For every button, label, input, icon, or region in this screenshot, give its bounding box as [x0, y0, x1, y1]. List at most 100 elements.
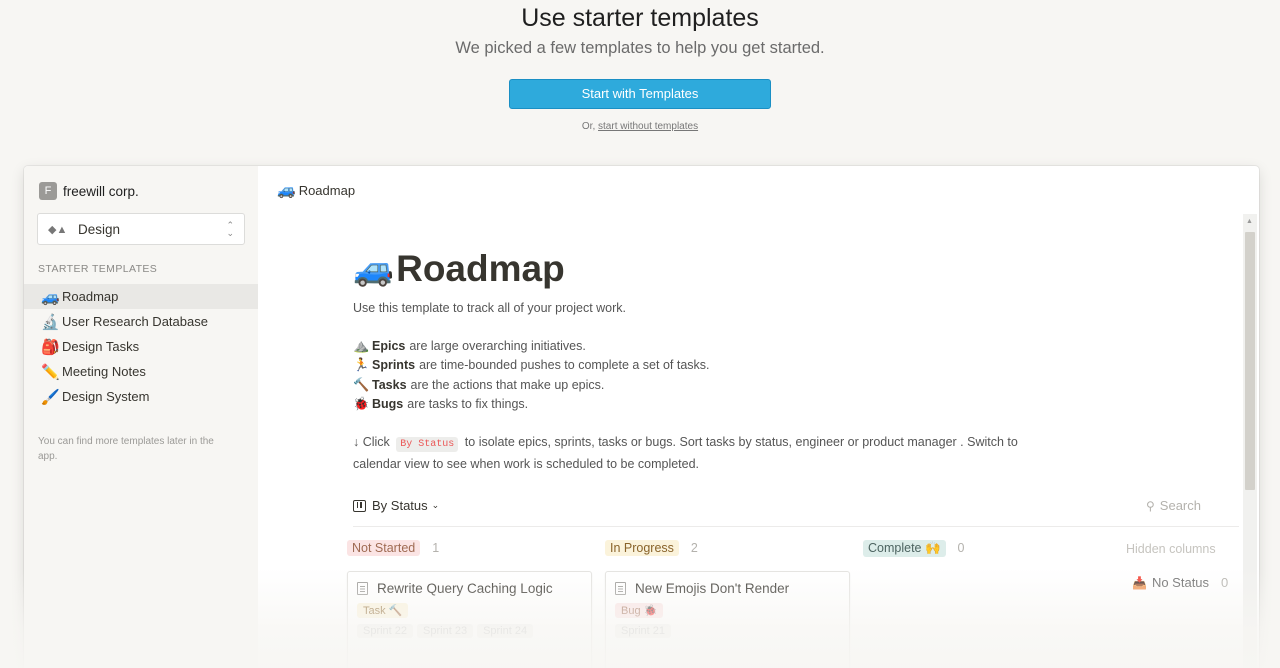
- paintbrush-icon: 🖌️: [41, 388, 60, 406]
- mountain-icon: ⛰️: [353, 337, 370, 353]
- template-label: Design Tasks: [62, 339, 140, 354]
- sidebar-note: You can find more templates later in the…: [38, 436, 214, 462]
- card-title: New Emojis Don't Render: [615, 581, 840, 596]
- type-tag: Bug 🐞: [615, 603, 664, 618]
- board-search[interactable]: ⚲ Search: [1146, 498, 1201, 513]
- template-item-design-system[interactable]: 🖌️ Design System: [24, 384, 258, 409]
- template-label: Design System: [62, 389, 150, 404]
- bug-icon: 🐞: [353, 396, 370, 412]
- no-status-count: 0: [1221, 575, 1229, 590]
- sidebar: F freewill corp. ◆▲ Design ⌃ ⌄ STARTER TE…: [24, 166, 258, 668]
- definition-text: are the actions that make up epics.: [410, 377, 605, 392]
- page-body: 🚙 Roadmap Use this template to track all…: [353, 248, 1053, 474]
- card-title-text: Rewrite Query Caching Logic: [377, 581, 553, 596]
- card-title-text: New Emojis Don't Render: [635, 581, 790, 596]
- hero-subtitle: We picked a few templates to help you ge…: [455, 39, 825, 57]
- status-pill: Complete 🙌: [863, 539, 946, 557]
- view-selector[interactable]: By Status ⌄: [353, 498, 439, 513]
- workspace-name: freewill corp.: [63, 183, 139, 199]
- car-icon: 🚙: [353, 249, 395, 287]
- template-label: Meeting Notes: [62, 364, 146, 379]
- page-description: Use this template to track all of your p…: [353, 301, 627, 315]
- board-toolbar: By Status ⌄ ⚲ Search: [353, 498, 1239, 527]
- column-count: 0: [957, 541, 965, 555]
- sprint-tags: Sprint 21: [615, 624, 840, 638]
- type-tag: Task 🔨: [357, 603, 409, 618]
- definition-term: Epics: [372, 338, 406, 353]
- definition-list: ⛰️ Epics are large overarching initiativ…: [353, 336, 1053, 414]
- pencil-icon: ✏️: [41, 363, 60, 381]
- card-title: Rewrite Query Caching Logic: [357, 581, 582, 596]
- column-count: 2: [690, 541, 698, 555]
- board-view-icon: [353, 499, 366, 512]
- column-count: 1: [432, 541, 440, 555]
- no-status-column[interactable]: 📥 No Status 0: [1132, 575, 1228, 590]
- section-title: STARTER TEMPLATES: [38, 263, 158, 275]
- definition-sprints: 🏃 Sprints are time-bounded pushes to com…: [353, 356, 1053, 376]
- hero-title: Use starter templates: [521, 4, 759, 32]
- definition-term: Sprints: [372, 358, 416, 373]
- template-list: 🚙 Roadmap 🔬 User Research Database 🎒 Des…: [24, 284, 258, 409]
- breadcrumb[interactable]: 🚙 Roadmap: [277, 181, 355, 199]
- template-item-meeting-notes[interactable]: ✏️ Meeting Notes: [24, 359, 258, 384]
- sprint-tag: Sprint 23: [417, 624, 474, 638]
- definition-term: Tasks: [372, 377, 407, 392]
- start-without-templates-link[interactable]: start without templates: [598, 121, 698, 132]
- runner-icon: 🏃: [353, 357, 370, 373]
- vertical-scrollbar[interactable]: ▲ ▼: [1243, 214, 1257, 668]
- workspace-badge: F: [39, 182, 57, 200]
- category-select[interactable]: ◆▲ Design ⌃ ⌄: [37, 213, 245, 245]
- template-preview-window: F freewill corp. ◆▲ Design ⌃ ⌄ STARTER TE…: [24, 166, 1259, 668]
- howto-text: ↓ Click By Status to isolate epics, spri…: [353, 433, 1053, 474]
- updown-chevron-icon: ⌃ ⌄: [226, 220, 234, 238]
- board-card[interactable]: New Emojis Don't Render Bug 🐞 Sprint 21: [605, 571, 850, 668]
- definition-text: are large overarching initiatives.: [409, 338, 586, 353]
- page-title: 🚙 Roadmap: [353, 248, 1053, 290]
- backpack-icon: 🎒: [41, 338, 60, 356]
- definition-text: are tasks to fix things.: [407, 397, 529, 412]
- column-in-progress[interactable]: In Progress 2: [605, 538, 698, 558]
- hammer-icon: 🔨: [353, 376, 370, 392]
- microscope-icon: 🔬: [41, 313, 60, 331]
- template-item-user-research[interactable]: 🔬 User Research Database: [24, 309, 258, 334]
- status-pill: Not Started: [347, 540, 421, 556]
- search-icon: ⚲: [1146, 498, 1155, 513]
- chevron-down-icon: ⌄: [431, 500, 440, 510]
- inline-code: By Status: [396, 437, 459, 452]
- view-label: By Status: [372, 498, 428, 513]
- template-item-roadmap[interactable]: 🚙 Roadmap: [24, 284, 258, 309]
- main-content: 🚙 Roadmap ▲ ▼ 🚙 Roadmap Use this templat…: [258, 166, 1259, 668]
- start-with-templates-button[interactable]: Start with Templates: [509, 79, 771, 109]
- definition-epics: ⛰️ Epics are large overarching initiativ…: [353, 336, 1053, 356]
- definition-term: Bugs: [372, 397, 404, 412]
- column-not-started[interactable]: Not Started 1: [347, 538, 439, 558]
- board-card[interactable]: Rewrite Query Caching Logic Task 🔨 Sprin…: [347, 571, 592, 668]
- status-pill: In Progress: [605, 540, 679, 556]
- page-icon: [615, 582, 626, 595]
- car-icon: 🚙: [277, 182, 296, 199]
- column-complete[interactable]: Complete 🙌 0: [863, 538, 965, 558]
- inbox-icon: 📥: [1132, 575, 1147, 590]
- paint-palette-icon: ◆▲: [48, 223, 68, 236]
- template-label: Roadmap: [62, 289, 119, 304]
- hero-section: Use starter templates We picked a few te…: [0, 0, 1280, 132]
- alt-option: Or, start without templates: [0, 121, 1280, 132]
- definition-text: are time-bounded pushes to complete a se…: [419, 358, 710, 373]
- sprint-tag: Sprint 22: [357, 624, 414, 638]
- definition-bugs: 🐞 Bugs are tasks to fix things.: [353, 395, 1053, 415]
- scrollbar-thumb[interactable]: [1245, 232, 1255, 490]
- definition-tasks: 🔨 Tasks are the actions that make up epi…: [353, 375, 1053, 395]
- sprint-tag: Sprint 24: [477, 624, 534, 638]
- template-label: User Research Database: [62, 314, 208, 329]
- hidden-columns-label: Hidden columns: [1126, 542, 1216, 556]
- page-icon: [357, 582, 368, 595]
- sprint-tags: Sprint 22 Sprint 23 Sprint 24: [357, 624, 582, 638]
- car-icon: 🚙: [41, 288, 60, 306]
- template-item-design-tasks[interactable]: 🎒 Design Tasks: [24, 334, 258, 359]
- alt-prefix: Or,: [581, 121, 599, 132]
- breadcrumb-label: Roadmap: [298, 182, 356, 198]
- scroll-up-arrow-icon[interactable]: ▲: [1246, 218, 1253, 225]
- no-status-label: No Status: [1151, 575, 1210, 590]
- howto-prefix: ↓ Click: [353, 435, 390, 449]
- workspace-header: F freewill corp.: [39, 182, 139, 200]
